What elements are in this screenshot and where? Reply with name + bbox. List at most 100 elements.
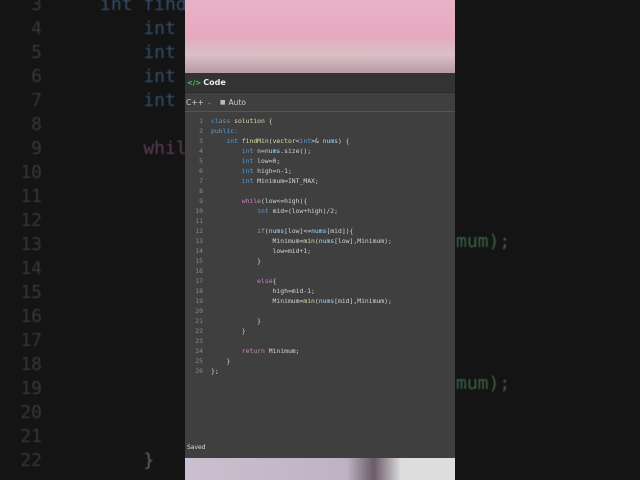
line-number: 16: [195, 267, 203, 275]
code-token: high=mid-1;: [211, 287, 315, 295]
code-token: }: [211, 317, 262, 325]
line-number: 8: [199, 187, 203, 195]
line-number: 1: [199, 117, 203, 125]
code-token: nums: [311, 227, 327, 235]
code-token: return: [211, 347, 269, 355]
code-text: int findMin(vector<int>& nums) {: [211, 136, 350, 146]
line-number: 22: [195, 327, 203, 335]
line-number: 15: [195, 257, 203, 265]
line-number: 4: [31, 18, 42, 39]
code-line: 7 int Minimum=INT_MAX;: [185, 176, 455, 186]
code-text: Minimum=min(nums[low],Minimum);: [211, 236, 392, 246]
code-text: int low=0;: [211, 156, 281, 166]
code-token: nums: [322, 137, 339, 145]
line-number: 19: [195, 297, 203, 305]
line-number: 17: [20, 330, 42, 351]
code-text: };: [211, 366, 219, 376]
code-text: int mid=(low+high)/2;: [211, 206, 338, 216]
code-line: 4 int n=nums.size();: [185, 146, 455, 156]
code-line: 2 public:: [185, 126, 455, 136]
code-text: low=mid+1;: [211, 246, 312, 256]
code-text: i: [100, 210, 198, 231]
code-token: .size();: [280, 147, 312, 155]
line-number: 25: [195, 357, 203, 365]
line-number: 17: [195, 277, 203, 285]
code-token: Minimum=: [211, 297, 304, 305]
line-number: 13: [20, 234, 42, 255]
code-token: int: [211, 207, 273, 215]
code-text: int l: [100, 42, 198, 63]
code-line: 23: [185, 336, 455, 346]
code-line: 15 }: [185, 256, 455, 266]
line-number: 2: [199, 127, 203, 135]
code-line: 26};: [185, 366, 455, 376]
code-token: low=0;: [257, 157, 281, 165]
line-number: 9: [31, 138, 42, 159]
line-number: 14: [20, 258, 42, 279]
code-token: };: [211, 367, 219, 375]
line-number: 11: [20, 186, 42, 207]
code-line: 3 int findMin(vector<int>& nums) {: [185, 136, 455, 146]
line-number: 20: [20, 402, 42, 423]
line-number: 13: [195, 237, 203, 245]
code-text: int high=n-1;: [211, 166, 292, 176]
code-panel: </> Code C++ ⌄ ■ Auto 1 class solution {2…: [185, 73, 455, 458]
code-token: int: [211, 137, 242, 145]
code-token: int: [211, 167, 258, 175]
code-icon: </>: [187, 78, 202, 87]
line-number: 7: [31, 90, 42, 111]
code-token: n=: [257, 147, 265, 155]
save-status: Saved: [187, 444, 206, 451]
code-text: }: [100, 426, 198, 447]
code-token: {: [268, 117, 273, 125]
code-editor[interactable]: 1 class solution {2 public: 3 int findMin(v…: [185, 116, 455, 376]
line-number: 9: [199, 197, 203, 205]
code-text: int h: [100, 66, 198, 87]
code-token: min: [303, 237, 315, 245]
line-number: 7: [199, 177, 203, 185]
code-token: low=mid+1;: [211, 247, 312, 255]
code-text: e: [100, 330, 198, 351]
background-code-fragment: mum);: [456, 373, 511, 394]
code-line: 10 int mid=(low+high)/2;: [185, 206, 455, 216]
panel-header: </> Code: [185, 73, 455, 93]
chevron-down-icon[interactable]: ⌄: [207, 99, 212, 106]
code-line: 17 else{: [185, 276, 455, 286]
code-token: [mid]){: [326, 227, 354, 235]
panel-title: Code: [203, 78, 226, 87]
line-number: 18: [20, 354, 42, 375]
code-token: >&: [311, 137, 323, 145]
code-token: [low]<=: [284, 227, 312, 235]
code-line: 9 while(low<=high){: [185, 196, 455, 206]
mode-label[interactable]: Auto: [229, 98, 246, 107]
code-token: nums: [318, 237, 335, 245]
line-number: 3: [199, 137, 203, 145]
code-line: 6 int high=n-1;: [185, 166, 455, 176]
line-number: 12: [195, 227, 203, 235]
line-number: 23: [195, 337, 203, 345]
code-token: while: [211, 197, 262, 205]
code-token: (low<=high){: [261, 197, 308, 205]
line-number: 19: [20, 378, 42, 399]
line-number: 12: [20, 210, 42, 231]
code-text: else{: [211, 276, 276, 286]
language-select[interactable]: C++: [186, 98, 204, 107]
code-line: 14 low=mid+1;: [185, 246, 455, 256]
code-token: min: [303, 297, 315, 305]
code-text: int n: [100, 18, 198, 39]
code-line: 5 int low=0;: [185, 156, 455, 166]
line-number: 21: [195, 317, 203, 325]
code-line: 25 }: [185, 356, 455, 366]
line-number: 16: [20, 306, 42, 327]
code-text: return Minimum;: [211, 346, 300, 356]
lock-icon: ■: [219, 98, 226, 106]
line-number: 15: [20, 282, 42, 303]
line-number: 18: [195, 287, 203, 295]
code-token: Minimum;: [268, 347, 300, 355]
code-token: if: [211, 227, 265, 235]
code-token: Minimum=INT_MAX;: [257, 177, 319, 185]
camera-feed-bottom: [185, 458, 455, 480]
code-text: i: [100, 162, 198, 183]
code-token: ) {: [338, 137, 350, 145]
code-token: }: [211, 327, 246, 335]
